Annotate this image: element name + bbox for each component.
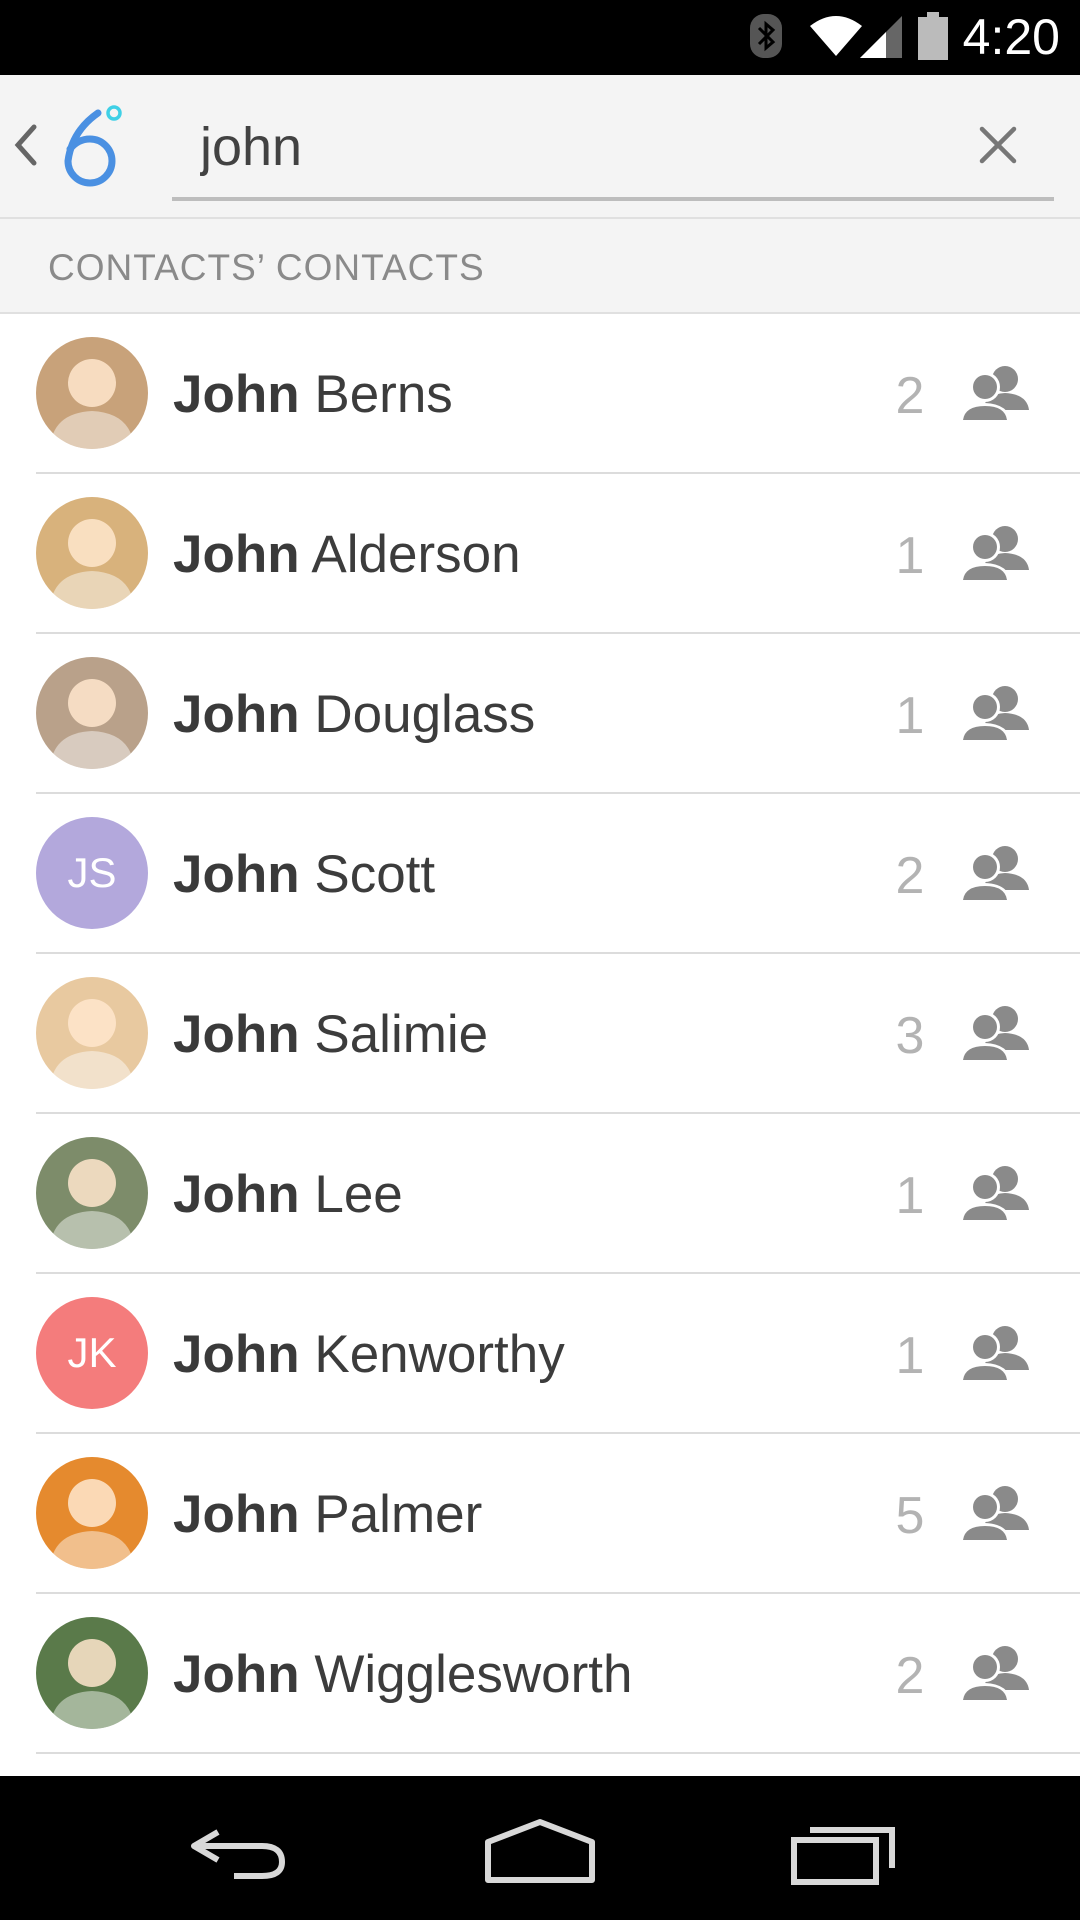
contact-name: John Salimie: [173, 1004, 488, 1065]
contact-last-name: Kenworthy: [314, 1325, 565, 1384]
contact-name: John Lee: [173, 1164, 403, 1225]
contact-row[interactable]: John Alderson 1: [0, 474, 1080, 634]
contact-row[interactable]: John Wigglesworth 2: [0, 1594, 1080, 1754]
mutual-contacts-count: 3: [895, 1007, 925, 1065]
mutual-contacts-icon[interactable]: [957, 1482, 1033, 1544]
search-input[interactable]: [198, 111, 962, 183]
mutual-contacts-icon[interactable]: [957, 362, 1033, 424]
avatar-photo: [36, 657, 148, 769]
row-divider: [36, 1752, 1080, 1754]
contact-last-name: Alderson: [311, 525, 521, 584]
contact-first-name: John: [173, 365, 300, 424]
contact-name: John Wigglesworth: [173, 1644, 632, 1705]
nav-recents-icon[interactable]: [790, 1816, 898, 1886]
person-photo-icon: [50, 1639, 134, 1729]
person-photo-icon: [50, 679, 134, 769]
avatar-photo: [36, 1137, 148, 1249]
mutual-contacts-icon[interactable]: [957, 522, 1033, 584]
bluetooth-icon: [750, 14, 782, 58]
contact-last-name: Salimie: [314, 1005, 489, 1064]
mutual-contacts-icon[interactable]: [957, 1322, 1033, 1384]
avatar-photo: [36, 977, 148, 1089]
contact-name: John Palmer: [173, 1484, 482, 1545]
avatar-initials-text: JK: [67, 1329, 117, 1376]
section-title: CONTACTS’ CONTACTS: [48, 247, 485, 288]
avatar-initials-text: JS: [67, 849, 117, 896]
mutual-contacts-icon[interactable]: [957, 842, 1033, 904]
status-bar: 4:20: [0, 0, 1080, 75]
contact-last-name: Wigglesworth: [314, 1645, 633, 1704]
contact-list: John Berns 2 John Alderson 1 John Douglass 1 J…: [0, 314, 1080, 1754]
mutual-contacts-count: 2: [895, 367, 925, 425]
contact-first-name: John: [173, 1005, 300, 1064]
contact-row[interactable]: JS John Scott 2: [0, 794, 1080, 954]
mutual-contacts-count: 1: [895, 687, 925, 745]
contact-name: John Douglass: [173, 684, 535, 745]
search-field: [172, 97, 1054, 201]
navigation-bar: [0, 1776, 1080, 1920]
status-clock: 4:20: [962, 9, 1060, 65]
app-logo[interactable]: [58, 103, 128, 193]
person-photo-icon: [50, 1479, 134, 1569]
contact-last-name: Scott: [314, 845, 436, 904]
contact-row[interactable]: John Berns 2: [0, 314, 1080, 474]
mutual-contacts-count: 2: [895, 847, 925, 905]
clear-search-icon[interactable]: [972, 119, 1024, 171]
contact-row[interactable]: John Douglass 1: [0, 634, 1080, 794]
contact-row[interactable]: JK John Kenworthy 1: [0, 1274, 1080, 1434]
avatar-initials: JK: [36, 1297, 148, 1409]
contact-row[interactable]: John Salimie 3: [0, 954, 1080, 1114]
person-photo-icon: [50, 359, 134, 449]
nav-back-icon[interactable]: [190, 1816, 290, 1886]
contact-name: John Kenworthy: [173, 1324, 565, 1385]
contact-first-name: John: [173, 1325, 300, 1384]
contact-name: John Berns: [173, 364, 453, 425]
avatar-photo: [36, 1457, 148, 1569]
avatar-photo: [36, 497, 148, 609]
mutual-contacts-count: 1: [895, 1167, 925, 1225]
person-photo-icon: [50, 1159, 134, 1249]
signal-icon: [860, 16, 902, 58]
battery-icon: [918, 12, 948, 60]
contact-row[interactable]: John Palmer 5: [0, 1434, 1080, 1594]
mutual-contacts-icon[interactable]: [957, 682, 1033, 744]
person-photo-icon: [50, 999, 134, 1089]
avatar-photo: [36, 1617, 148, 1729]
section-header: CONTACTS’ CONTACTS: [0, 219, 1080, 314]
contact-last-name: Lee: [314, 1165, 403, 1224]
nav-home-icon[interactable]: [484, 1816, 596, 1886]
contact-name: John Alderson: [173, 524, 521, 585]
contact-last-name: Berns: [314, 365, 453, 424]
mutual-contacts-icon[interactable]: [957, 1162, 1033, 1224]
search-app-bar: [0, 75, 1080, 219]
avatar-photo: [36, 337, 148, 449]
contact-first-name: John: [173, 685, 300, 744]
avatar-initials: JS: [36, 817, 148, 929]
wifi-icon: [810, 16, 862, 56]
mutual-contacts-count: 5: [895, 1487, 925, 1545]
mutual-contacts-count: 1: [895, 527, 925, 585]
mutual-contacts-icon[interactable]: [957, 1642, 1033, 1704]
contact-last-name: Palmer: [314, 1485, 483, 1544]
contact-first-name: John: [173, 525, 300, 584]
contact-name: John Scott: [173, 844, 435, 905]
mutual-contacts-icon[interactable]: [957, 1002, 1033, 1064]
back-chevron-icon[interactable]: [10, 123, 40, 167]
contact-first-name: John: [173, 1485, 300, 1544]
contact-first-name: John: [173, 1645, 300, 1704]
contact-first-name: John: [173, 845, 300, 904]
mutual-contacts-count: 2: [895, 1647, 925, 1705]
mutual-contacts-count: 1: [895, 1327, 925, 1385]
contact-row[interactable]: John Lee 1: [0, 1114, 1080, 1274]
person-photo-icon: [50, 519, 134, 609]
contact-first-name: John: [173, 1165, 300, 1224]
contact-last-name: Douglass: [314, 685, 536, 744]
